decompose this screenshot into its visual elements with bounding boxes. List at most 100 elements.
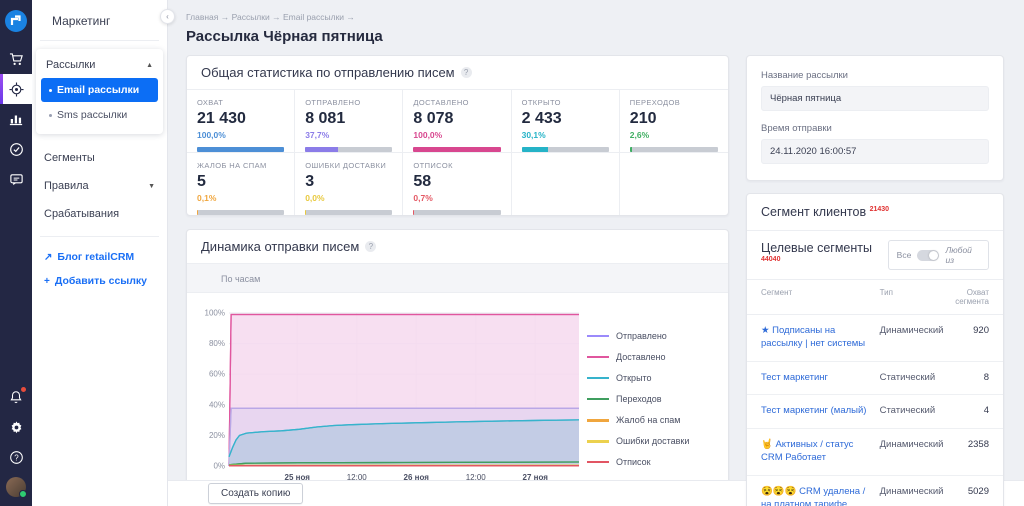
mailings-group-label: Рассылки	[46, 59, 95, 71]
stats-card-title: Общая статистика по отправлению писем	[201, 65, 455, 80]
settings-gear-icon[interactable]	[0, 412, 32, 442]
stat-progress-bar	[413, 210, 500, 215]
match-mode-toggle[interactable]: Все Любой из	[888, 240, 989, 270]
stat-percent: 30,1%	[522, 130, 609, 140]
bullet-icon	[49, 114, 52, 117]
segment-type: Динамический	[880, 486, 948, 497]
chart-legend: Отправлено Доставлено Открыто Переходов Жало…	[587, 303, 689, 488]
stat-cell: ДОСТАВЛЕНО8 078100,0%	[403, 90, 511, 152]
add-link-button[interactable]: + Добавить ссылку	[32, 269, 167, 293]
marketing-sidebar: Маркетинг Рассылки ▲ Email рассылки Sms …	[32, 0, 168, 506]
segment-row[interactable]: 🤘 Активных / статус CRM РаботаетДинамиче…	[747, 429, 1003, 476]
legend-item[interactable]: Доставлено	[587, 352, 689, 362]
segment-row[interactable]: Тест маркетингСтатический8	[747, 362, 1003, 396]
sidebar-title: Маркетинг	[40, 10, 159, 41]
app-window: ? Маркетинг Рассылки ▲ Email рассылки Sm…	[0, 0, 1024, 506]
breadcrumb[interactable]: Главная → Рассылки → Email рассылки →	[186, 12, 1006, 22]
mailing-name-field[interactable]	[761, 86, 989, 111]
segment-row[interactable]: Тест маркетинг (малый)Статический4	[747, 395, 1003, 429]
toggle-any-label: Любой из	[945, 245, 980, 265]
bullet-icon	[49, 89, 52, 92]
notifications-bell-icon[interactable]	[0, 382, 32, 412]
target-count-badge: 44040	[761, 256, 780, 263]
toggle-switch[interactable]	[917, 250, 939, 261]
page-title: Рассылка Чёрная пятница	[186, 28, 1006, 45]
stat-value: 3	[305, 173, 392, 191]
stat-percent: 0,0%	[305, 193, 392, 203]
tab-by-hours[interactable]: По часам	[221, 274, 260, 284]
legend-item[interactable]: Жалоб на спам	[587, 415, 689, 425]
legend-item[interactable]: Открыто	[587, 373, 689, 383]
col-reach[interactable]: Охват сегмента	[948, 288, 989, 306]
segments-table-body: ★ Подписаны на рассылку | нет системыДин…	[747, 315, 1003, 506]
legend-color-swatch	[587, 356, 609, 358]
tasks-check-icon[interactable]	[0, 134, 32, 164]
segment-row[interactable]: 😵😵😵 CRM удалена / на платном тарифеДинам…	[747, 476, 1003, 506]
stat-value: 8 078	[413, 110, 500, 128]
analytics-chart-icon[interactable]	[0, 104, 32, 134]
help-question-icon[interactable]: ?	[0, 442, 32, 472]
legend-color-swatch	[587, 419, 609, 422]
stat-progress-bar	[197, 147, 284, 152]
mailings-group-header[interactable]: Рассылки ▲	[36, 53, 163, 77]
sidebar-divider	[40, 236, 159, 237]
sidebar-collapse-button[interactable]: ‹	[160, 9, 175, 24]
segment-row[interactable]: ★ Подписаны на рассылку | нет системыДин…	[747, 315, 1003, 362]
mailing-details-card: Название рассылки Время отправки	[746, 55, 1004, 181]
col-segment[interactable]: Сегмент	[761, 288, 880, 306]
legend-item[interactable]: Отписок	[587, 457, 689, 467]
notification-badge	[21, 387, 26, 392]
chart-card: Динамика отправки писем ? По часам 0%20%…	[186, 229, 729, 497]
sidebar-item-triggers[interactable]: Срабатывания	[32, 200, 167, 228]
user-avatar[interactable]	[0, 472, 32, 502]
external-link-icon: ↗	[44, 252, 52, 263]
stat-cell: ОШИБКИ ДОСТАВКИ30,0%	[295, 153, 403, 215]
segment-name-link[interactable]: ★ Подписаны на рассылку | нет системы	[761, 325, 880, 351]
legend-item[interactable]: Отправлено	[587, 331, 689, 341]
sidebar-item-sms-mailings[interactable]: Sms рассылки	[41, 103, 158, 127]
add-link-label: Добавить ссылку	[55, 275, 147, 287]
stats-row-1: ОХВАТ21 430100,0%ОТПРАВЛЕНО8 08137,7%ДОС…	[187, 90, 728, 152]
emails-dynamics-chart: 0%20%40%60%80%100%25 ноя12:0026 ноя12:00…	[197, 303, 587, 488]
retailcrm-logo[interactable]	[0, 6, 32, 36]
marketing-target-icon[interactable]	[0, 74, 32, 104]
orders-cart-icon[interactable]	[0, 44, 32, 74]
segment-type: Динамический	[880, 325, 948, 336]
segment-name-link[interactable]: Тест маркетинг (малый)	[761, 405, 880, 418]
legend-label: Отправлено	[616, 331, 667, 341]
stat-progress-bar	[305, 210, 392, 215]
legend-item[interactable]: Переходов	[587, 394, 689, 404]
sidebar-item-rules[interactable]: Правила ▼	[32, 172, 167, 200]
blog-link-label: Блог retailCRM	[57, 251, 134, 263]
help-tooltip-icon[interactable]: ?	[365, 241, 376, 252]
main-content: Главная → Рассылки → Email рассылки → Ра…	[168, 0, 1024, 506]
stat-value: 210	[630, 110, 718, 128]
stat-value: 5	[197, 173, 284, 191]
send-time-field[interactable]	[761, 139, 989, 164]
legend-label: Ошибки доставки	[616, 436, 689, 446]
create-copy-button[interactable]: Создать копию	[208, 483, 303, 504]
stat-cell-empty	[512, 153, 620, 215]
segment-type: Динамический	[880, 439, 948, 450]
legend-color-swatch	[587, 398, 609, 400]
legend-color-swatch	[587, 440, 609, 443]
stat-cell-empty	[620, 153, 728, 215]
brand-logo-icon	[5, 10, 27, 32]
sms-mailings-label: Sms рассылки	[57, 109, 127, 121]
segment-name-link[interactable]: Тест маркетинг	[761, 372, 880, 385]
segment-name-link[interactable]: 🤘 Активных / статус CRM Работает	[761, 439, 880, 465]
sidebar-item-segments[interactable]: Сегменты	[32, 144, 167, 172]
blog-link[interactable]: ↗ Блог retailCRM	[32, 245, 167, 269]
mailings-group: Рассылки ▲ Email рассылки Sms рассылки	[36, 49, 163, 134]
legend-color-swatch	[587, 377, 609, 379]
col-type[interactable]: Тип	[880, 288, 948, 306]
chats-bubble-icon[interactable]	[0, 164, 32, 194]
segment-name-link[interactable]: 😵😵😵 CRM удалена / на платном тарифе	[761, 486, 880, 506]
sidebar-item-email-mailings[interactable]: Email рассылки	[41, 78, 158, 102]
stat-progress-bar	[305, 147, 392, 152]
stat-progress-bar	[522, 147, 609, 152]
stat-cell: ОТПРАВЛЕНО8 08137,7%	[295, 90, 403, 152]
stat-percent: 2,6%	[630, 130, 718, 140]
legend-item[interactable]: Ошибки доставки	[587, 436, 689, 446]
help-tooltip-icon[interactable]: ?	[461, 67, 472, 78]
